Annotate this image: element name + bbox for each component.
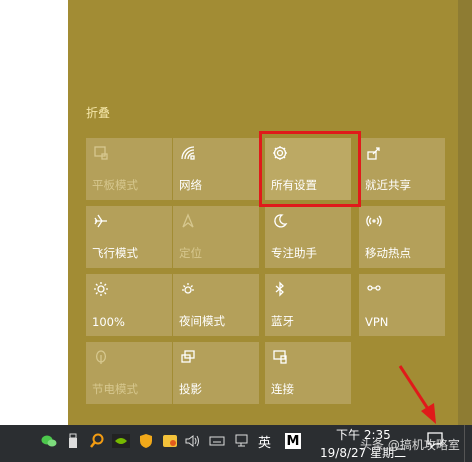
moon-icon [271,212,289,230]
location-icon [179,212,197,230]
connect-icon [271,348,289,366]
tile-focus-assist[interactable]: 专注助手 [265,206,351,268]
tile-nearby-share[interactable]: 就近共享 [359,138,445,200]
wechat-icon[interactable] [40,432,58,450]
tile-label: 夜间模式 [179,314,225,328]
network-icon [179,144,197,162]
tile-label: 100% [92,315,125,329]
app-m-icon[interactable]: M [285,433,301,449]
project-icon [179,348,197,366]
nvidia-icon[interactable] [112,432,130,450]
tile-label: 节电模式 [92,382,138,396]
window-area [0,0,68,425]
tile-label: 网络 [179,178,202,192]
tablet-mode-icon [92,144,110,162]
bluetooth-icon [271,280,289,298]
nearby-share-icon [365,144,383,162]
tile-label: 定位 [179,246,202,260]
show-desktop-button[interactable] [464,425,472,462]
tile-location[interactable]: 定位 [173,206,259,268]
tile-label: 蓝牙 [271,314,294,328]
tile-project[interactable]: 投影 [173,342,259,404]
keyboard-icon[interactable] [208,432,226,450]
shield-icon[interactable] [137,432,155,450]
hotspot-icon [365,212,383,230]
tile-network[interactable]: 网络 [173,138,259,200]
network-tray-icon[interactable] [233,432,251,450]
usb-drive-icon[interactable] [64,432,82,450]
tile-label: 投影 [179,382,202,396]
tile-connect[interactable]: 连接 [265,342,351,404]
tile-tablet-mode[interactable]: 平板模式 [86,138,172,200]
tile-label: 专注助手 [271,246,317,260]
input-method-indicator[interactable]: 英 [258,432,271,451]
tile-label: VPN [365,315,389,329]
tile-label: 所有设置 [271,178,317,192]
tile-all-settings[interactable]: 所有设置 [265,138,351,200]
tile-label: 平板模式 [92,178,138,192]
app-badge-icon[interactable] [161,432,179,450]
tile-label: 连接 [271,382,294,396]
tile-airplane-mode[interactable]: 飞行模式 [86,206,172,268]
tile-mobile-hotspot[interactable]: 移动热点 [359,206,445,268]
notification-center-icon[interactable] [424,429,446,451]
tile-vpn[interactable]: VPN [359,274,445,336]
gear-icon [271,144,289,162]
volume-icon[interactable] [184,432,202,450]
tile-label: 飞行模式 [92,246,138,260]
battery-saver-icon [92,348,110,366]
airplane-icon [92,212,110,230]
tile-bluetooth[interactable]: 蓝牙 [265,274,351,336]
desktop: 折叠 平板模式 网络 所有设置 就近共享 飞行模式 定位 专注助手 移动热点 1… [0,0,472,462]
brightness-icon [92,280,110,298]
tile-battery-saver[interactable]: 节电模式 [86,342,172,404]
tile-night-light[interactable]: 夜间模式 [173,274,259,336]
tile-label: 就近共享 [365,178,411,192]
vpn-icon [365,280,383,298]
panel-edge [458,0,472,425]
tile-label: 移动热点 [365,246,411,260]
collapse-link[interactable]: 折叠 [86,104,110,121]
search-icon[interactable] [88,432,106,450]
tile-brightness[interactable]: 100% [86,274,172,336]
night-light-icon [179,280,197,298]
